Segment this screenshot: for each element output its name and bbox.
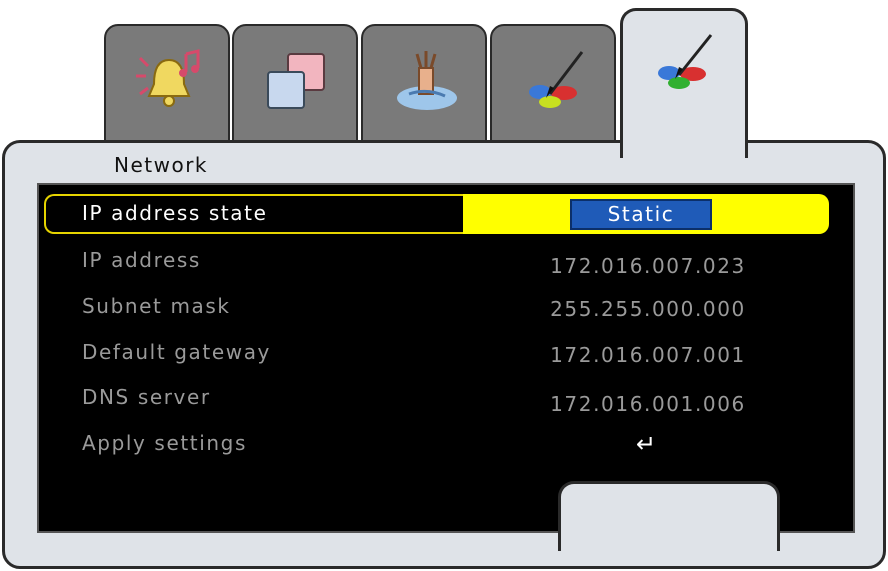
row-label: Apply settings: [82, 431, 247, 455]
paint-brush-icon: [658, 34, 713, 89]
row-label: Subnet mask: [82, 294, 231, 318]
row-label: Default gateway: [82, 340, 271, 364]
tab-display[interactable]: [232, 24, 358, 146]
row-label: IP address: [82, 248, 201, 272]
dns-server-field[interactable]: 172.016.001.006: [540, 392, 756, 416]
row-label: IP address state: [82, 201, 268, 225]
water-hand-icon: [397, 51, 457, 110]
panel-title: Network: [114, 153, 209, 177]
paint-brush-icon: [529, 51, 584, 108]
tab-network[interactable]: [620, 8, 748, 158]
alarm-bell-icon: [136, 49, 200, 107]
row-label: DNS server: [82, 385, 211, 409]
default-gateway-field[interactable]: 172.016.007.001: [540, 343, 756, 367]
tab-water[interactable]: [361, 24, 487, 146]
bottom-tab: [558, 481, 780, 551]
enter-icon[interactable]: ↵: [636, 430, 656, 458]
ip-address-field[interactable]: 172.016.007.023: [540, 254, 756, 278]
tab-alarm[interactable]: [104, 24, 230, 146]
subnet-mask-field[interactable]: 255.255.000.000: [540, 297, 756, 321]
tab-color[interactable]: [490, 24, 616, 146]
ip-state-select[interactable]: Static: [570, 199, 712, 230]
display-squares-icon: [267, 53, 325, 109]
